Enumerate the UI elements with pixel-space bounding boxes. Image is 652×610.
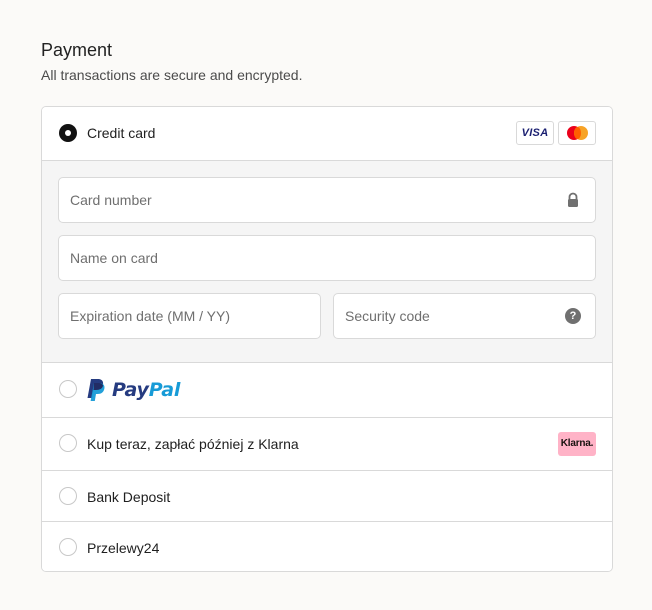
security-code-input[interactable]: [345, 294, 555, 338]
name-on-card-input[interactable]: [70, 236, 558, 280]
credit-card-panel: ?: [42, 160, 612, 362]
payment-method-klarna[interactable]: Kup teraz, zapłać później z Klarna Klarn…: [42, 417, 612, 470]
paypal-icon: [87, 379, 105, 401]
payment-method-credit-card[interactable]: Credit card VISA: [42, 107, 612, 160]
help-icon[interactable]: ?: [565, 308, 581, 324]
klarna-label: Kup teraz, zapłać później z Klarna: [87, 436, 299, 452]
visa-text: VISA: [521, 127, 549, 139]
paypal-wordmark: PayPal: [112, 379, 180, 401]
przelewy24-label: Przelewy24: [87, 540, 160, 556]
klarna-radio[interactable]: [59, 434, 77, 452]
przelewy24-radio[interactable]: [59, 538, 77, 556]
paypal-word-pay: Pay: [112, 379, 149, 401]
payment-subtitle: All transactions are secure and encrypte…: [41, 67, 303, 83]
paypal-radio[interactable]: [59, 380, 77, 398]
payment-page: Payment All transactions are secure and …: [0, 0, 652, 610]
lock-icon: [568, 192, 578, 207]
security-code-field[interactable]: ?: [333, 293, 596, 339]
paypal-word-pal: Pal: [148, 379, 181, 401]
klarna-logo: Klarna.: [558, 432, 596, 456]
credit-card-label: Credit card: [87, 125, 156, 141]
payment-method-przelewy24[interactable]: Przelewy24: [42, 521, 612, 571]
bank-deposit-radio[interactable]: [59, 487, 77, 505]
payment-method-paypal[interactable]: PayPal: [42, 362, 612, 417]
visa-logo: VISA: [516, 121, 554, 145]
payment-methods: Credit card VISA Card number Name on car…: [41, 106, 613, 572]
expiration-date-input[interactable]: [70, 294, 310, 338]
paypal-logo: PayPal: [86, 377, 180, 403]
payment-method-bank-deposit[interactable]: Bank Deposit: [42, 470, 612, 521]
card-number-field[interactable]: [58, 177, 596, 223]
name-on-card-field[interactable]: [58, 235, 596, 281]
card-logos: VISA: [516, 121, 596, 145]
expiration-date-field[interactable]: [58, 293, 321, 339]
payment-title: Payment: [41, 40, 113, 60]
card-number-input[interactable]: [70, 178, 558, 222]
credit-card-radio[interactable]: [59, 124, 77, 142]
mastercard-icon: [558, 121, 596, 145]
bank-deposit-label: Bank Deposit: [87, 489, 171, 505]
